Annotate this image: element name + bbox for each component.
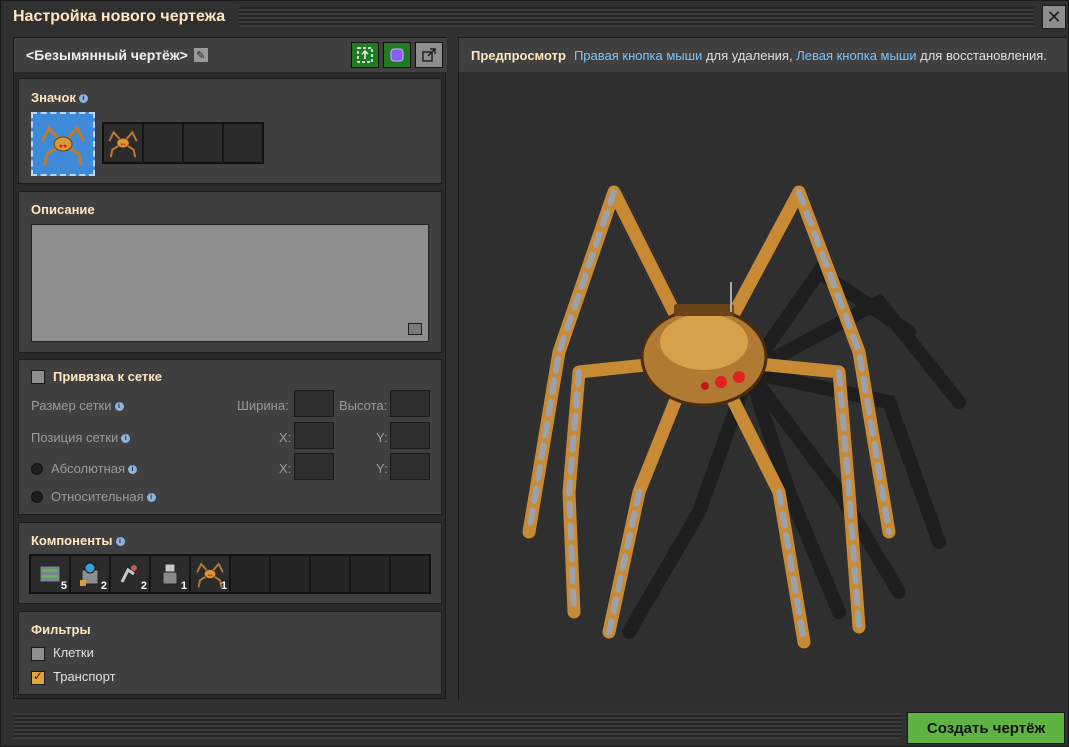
battery-icon [39, 565, 61, 583]
create-blueprint-button[interactable]: Создать чертёж [907, 712, 1065, 744]
filter-cells-label: Клетки [53, 645, 94, 660]
grid-height-field[interactable] [390, 390, 430, 417]
info-icon: i [128, 465, 138, 475]
absolute-label: Абсолютная i [51, 461, 138, 476]
turret-icon [162, 563, 178, 585]
components-row: 5 2 2 1 1 [29, 554, 431, 594]
component-count: 1 [220, 580, 227, 592]
info-icon: i [146, 493, 156, 503]
component-slot[interactable]: 2 [110, 555, 150, 593]
icon-slots [102, 122, 264, 164]
relative-radio[interactable] [31, 491, 43, 503]
component-count: 1 [180, 580, 187, 592]
insert-image-icon[interactable] [408, 323, 422, 335]
relative-label: Относительная i [51, 489, 156, 504]
filters-section: Фильтры Клетки Транспорт [18, 611, 442, 695]
blueprint-setup-window: Настройка нового чертежа ✕ <Безымянный ч… [0, 0, 1069, 747]
filter-cells-checkbox[interactable] [31, 647, 45, 661]
icon-slot[interactable] [183, 123, 223, 163]
abs-y-label: Y: [376, 461, 388, 476]
preview-canvas[interactable] [459, 72, 1067, 702]
component-count: 5 [60, 580, 67, 592]
icon-section: Значок i [18, 78, 442, 184]
right-click-hint: Правая кнопка мыши [573, 47, 703, 63]
abs-x-label: X: [279, 461, 292, 476]
grid-section: Привязка к сетке Размер сетки i Ширина: В… [18, 359, 442, 515]
info-icon: i [78, 94, 88, 104]
grid-size-label: Размер сетки i [31, 398, 124, 413]
export-button[interactable] [415, 42, 443, 68]
component-slot[interactable]: 1 [190, 555, 230, 593]
preview-header: Предпросмотр Правая кнопка мыши для удал… [459, 38, 1067, 72]
blueprint-icon [390, 48, 404, 62]
spidertron-icon [41, 125, 85, 166]
grid-position-label: Позиция сетки i [31, 430, 131, 445]
preview-panel: Предпросмотр Правая кнопка мыши для удал… [458, 37, 1067, 702]
left-click-hint: Левая кнопка мыши [796, 47, 917, 63]
components-title: Компоненты i [31, 533, 125, 548]
icon-slot[interactable] [143, 123, 183, 163]
component-slot-empty [270, 555, 310, 593]
info-icon: i [121, 434, 131, 444]
component-slot[interactable]: 1 [150, 555, 190, 593]
drag-handle[interactable] [239, 7, 1034, 27]
roboport-icon [80, 562, 99, 586]
grid-pos-y-label: Y: [376, 430, 388, 445]
grid-pos-x-field[interactable] [294, 422, 334, 449]
spidertron-icon [108, 130, 138, 158]
icon-slot[interactable] [223, 123, 263, 163]
window-title: Настройка нового чертежа [13, 8, 226, 25]
component-slot-empty [350, 555, 390, 593]
close-button[interactable]: ✕ [1042, 5, 1066, 29]
absolute-radio[interactable] [31, 463, 43, 475]
grid-height-label: Высота: [339, 398, 388, 413]
component-slot-empty [230, 555, 270, 593]
description-section: Описание [18, 191, 442, 353]
component-count: 2 [140, 580, 147, 592]
abs-x-field[interactable] [294, 453, 334, 480]
icon-section-title: Значок i [31, 90, 88, 105]
icon-slot[interactable] [103, 123, 143, 163]
snap-to-grid-checkbox[interactable] [31, 370, 45, 384]
selected-icon-button[interactable] [31, 112, 95, 176]
component-slot-empty [310, 555, 350, 593]
component-slot[interactable]: 2 [70, 555, 110, 593]
snap-to-grid-label: Привязка к сетке [53, 369, 163, 384]
description-title: Описание [31, 202, 95, 217]
abs-y-field[interactable] [390, 453, 430, 480]
edit-name-icon[interactable]: ✎ [193, 48, 208, 62]
remove-hint: для удаления, [705, 47, 793, 63]
components-section: Компоненты i 5 2 2 1 1 [18, 522, 442, 604]
select-area-button[interactable] [351, 42, 379, 68]
component-slot[interactable]: 5 [30, 555, 70, 593]
close-icon: ✕ [1046, 6, 1062, 27]
export-icon [422, 48, 436, 62]
spidertron-preview[interactable] [459, 72, 1067, 702]
select-area-icon [357, 47, 373, 63]
component-slot-empty [390, 555, 430, 593]
grid-width-field[interactable] [294, 390, 334, 417]
filters-title: Фильтры [31, 622, 91, 637]
info-icon: i [114, 402, 124, 412]
grid-pos-x-label: X: [279, 430, 292, 445]
component-count: 2 [100, 580, 107, 592]
filter-transport-checkbox[interactable] [31, 669, 45, 685]
title-bar[interactable]: Настройка нового чертежа ✕ [1, 1, 1069, 33]
blueprint-book-button[interactable] [383, 42, 411, 68]
blueprint-name: <Безымянный чертёж> [26, 47, 188, 63]
grid-width-label: Ширина: [237, 398, 289, 413]
filter-transport-label: Транспорт [53, 669, 116, 684]
grid-pos-y-field[interactable] [390, 422, 430, 449]
blueprint-settings-panel: <Безымянный чертёж> ✎ Значок i Описание … [13, 37, 447, 699]
preview-title: Предпросмотр [471, 47, 566, 63]
blueprint-name-header: <Безымянный чертёж> ✎ [14, 38, 447, 72]
restore-hint: для восстановления. [920, 47, 1047, 63]
info-icon: i [115, 537, 125, 547]
description-textarea[interactable] [31, 224, 429, 342]
robot-icon [120, 565, 137, 583]
bottom-drag-strip [13, 713, 901, 739]
